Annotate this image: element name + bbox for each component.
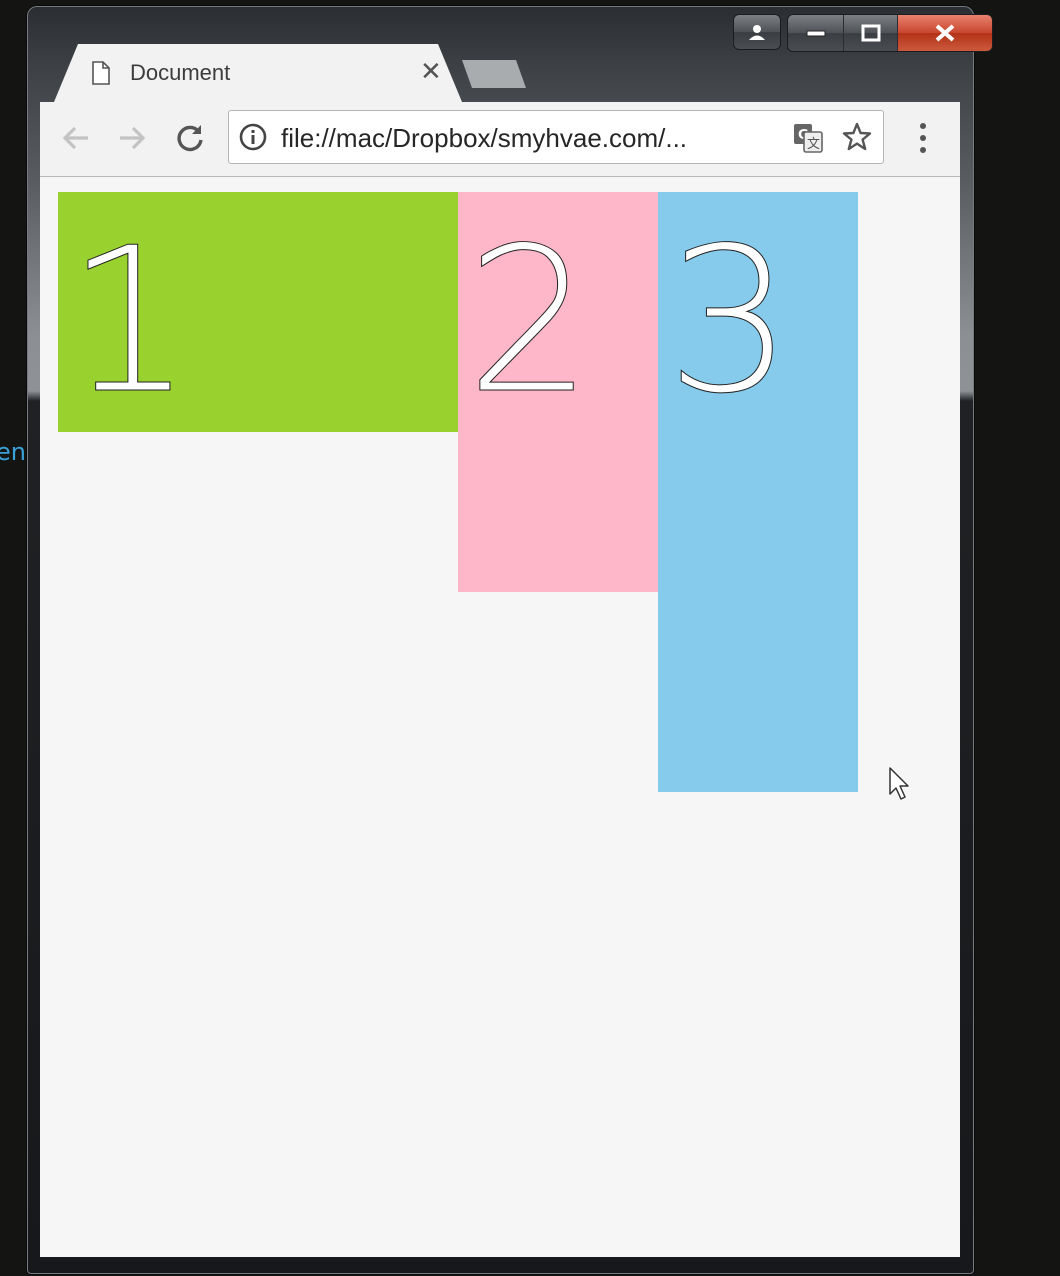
page-viewport: 1 2 3: [40, 177, 960, 1257]
arrow-right-icon: [120, 126, 146, 150]
tab-strip: Document ✕: [40, 44, 960, 102]
box-1-number: 1: [65, 205, 194, 432]
address-bar[interactable]: file://mac/Dropbox/smyhvae.com/... G 文: [228, 110, 884, 164]
minimize-icon: [806, 30, 825, 37]
close-icon: [935, 24, 955, 42]
box-3-number: 3: [665, 205, 794, 438]
document-icon: [92, 61, 110, 85]
box-3: 3: [658, 192, 858, 792]
info-icon[interactable]: [239, 123, 267, 151]
box-1: 1: [58, 192, 458, 432]
svg-text:文: 文: [807, 137, 820, 152]
url-text[interactable]: file://mac/Dropbox/smyhvae.com/...: [281, 123, 781, 154]
person-icon: [749, 25, 765, 40]
tab-close-icon[interactable]: ✕: [420, 56, 442, 87]
tab-title: Document: [130, 60, 231, 85]
box-2-number: 2: [465, 205, 594, 438]
forward-button[interactable]: [114, 120, 150, 156]
maximize-icon: [861, 24, 880, 42]
star-icon[interactable]: [841, 121, 873, 153]
reload-button[interactable]: [172, 120, 208, 156]
kebab-menu-icon[interactable]: [908, 120, 938, 156]
reload-icon: [177, 125, 203, 152]
back-button[interactable]: [58, 120, 94, 156]
browser-toolbar: file://mac/Dropbox/smyhvae.com/... G 文: [40, 102, 960, 177]
arrow-left-icon: [62, 126, 88, 150]
browser-window: Document ✕ file://mac/Dropbox/smyhvae.co…: [27, 6, 993, 1274]
desktop-partial-text: en: [0, 438, 26, 466]
tab-document[interactable]: Document ✕: [54, 44, 462, 102]
box-2: 2: [458, 192, 658, 592]
mouse-cursor-icon: [889, 767, 909, 800]
translate-icon[interactable]: G 文: [793, 123, 823, 153]
new-tab-button[interactable]: [462, 60, 526, 88]
